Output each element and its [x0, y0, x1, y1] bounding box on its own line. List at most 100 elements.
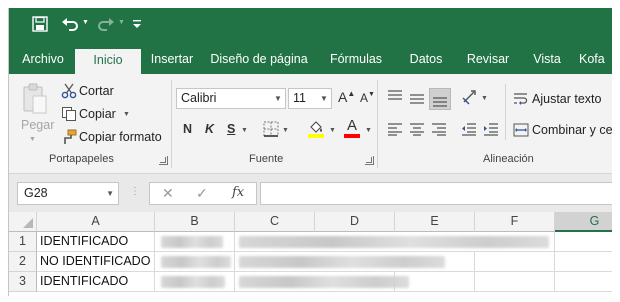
- formula-input[interactable]: [260, 182, 612, 205]
- redacted-content: [161, 236, 223, 248]
- undo-icon[interactable]: [59, 13, 81, 35]
- redo-icon[interactable]: [95, 13, 117, 35]
- align-right-icon[interactable]: [431, 122, 447, 136]
- format-painter-icon[interactable]: [61, 129, 77, 145]
- wrap-text-icon[interactable]: [513, 91, 529, 107]
- format-painter-label[interactable]: Copiar formato: [79, 130, 162, 144]
- cell-f3[interactable]: [475, 272, 555, 292]
- italic-button[interactable]: K: [205, 122, 214, 136]
- chevron-down-icon[interactable]: ▼: [317, 89, 331, 108]
- fill-color-dropdown-icon[interactable]: ▼: [329, 127, 336, 134]
- font-name-combo[interactable]: Calibri ▼: [176, 88, 286, 109]
- alignment-group-label: Alineación: [483, 153, 534, 165]
- cell-a2[interactable]: NO IDENTIFICADO: [37, 252, 155, 272]
- merge-center-label[interactable]: Combinar y ce: [532, 123, 612, 137]
- row-header[interactable]: 2: [9, 252, 37, 272]
- tab-inicio[interactable]: Inicio: [75, 49, 141, 74]
- customize-icon[interactable]: [130, 13, 144, 35]
- tab-formulas[interactable]: Fórmulas: [323, 47, 389, 74]
- paste-dropdown-icon[interactable]: ▼: [29, 136, 36, 143]
- align-top-icon[interactable]: [387, 89, 403, 103]
- decrease-indent-icon[interactable]: [461, 122, 477, 136]
- clipboard-group-label: Portapapeles: [49, 153, 114, 165]
- font-launcher-icon[interactable]: [365, 156, 374, 165]
- fill-color-swatch: [308, 134, 324, 138]
- orientation-dropdown-icon[interactable]: ▼: [481, 95, 488, 102]
- align-center-icon[interactable]: [409, 122, 425, 136]
- orientation-icon[interactable]: [461, 88, 479, 106]
- tab-revisar[interactable]: Revisar: [461, 47, 515, 74]
- align-middle-icon[interactable]: [409, 92, 425, 106]
- cell-g1[interactable]: [555, 232, 612, 252]
- cancel-icon[interactable]: ✕: [162, 185, 174, 202]
- drag-handle-icon[interactable]: ⋮: [130, 186, 140, 197]
- tab-archivo[interactable]: Archivo: [13, 47, 73, 74]
- font-color-swatch: [344, 134, 360, 138]
- font-color-dropdown-icon[interactable]: ▼: [365, 127, 372, 134]
- cell-a1[interactable]: IDENTIFICADO: [37, 232, 155, 252]
- increase-indent-icon[interactable]: [483, 122, 499, 136]
- cut-icon[interactable]: [61, 83, 77, 99]
- column-header-g[interactable]: G: [555, 212, 612, 232]
- wrap-text-label[interactable]: Ajustar texto: [532, 92, 601, 106]
- align-bottom-button[interactable]: [429, 88, 451, 110]
- select-all-corner[interactable]: [9, 212, 37, 232]
- excel-window: ▼ ▼ Archivo Inicio Insertar Diseño de pá…: [8, 8, 612, 296]
- worksheet-grid: A B C D E F G 1 IDENTIFICADO 2 NO IDENTI…: [9, 212, 612, 296]
- enter-icon[interactable]: ✓: [196, 185, 208, 202]
- insert-function-icon[interactable]: fx: [232, 185, 244, 200]
- tab-diseno-de-pagina[interactable]: Diseño de página: [205, 47, 313, 74]
- redacted-content: [239, 236, 549, 248]
- formula-buttons: ✕ ✓ fx: [149, 182, 257, 205]
- name-box[interactable]: G28 ▼: [17, 182, 119, 205]
- save-icon[interactable]: [29, 13, 51, 35]
- paste-icon[interactable]: [21, 82, 49, 118]
- font-color-icon[interactable]: A: [343, 118, 361, 138]
- tab-vista[interactable]: Vista: [525, 47, 569, 74]
- increase-font-icon[interactable]: A▲: [338, 89, 355, 105]
- cell-g3[interactable]: [555, 272, 612, 292]
- redacted-content: [161, 276, 225, 288]
- ribbon-tabs: Archivo Inicio Insertar Diseño de página…: [9, 41, 612, 74]
- tab-kofax[interactable]: Kofa: [579, 47, 612, 74]
- row-header[interactable]: 1: [9, 232, 37, 252]
- redacted-content: [239, 276, 409, 288]
- column-header-a[interactable]: A: [37, 212, 155, 232]
- cell-a3[interactable]: IDENTIFICADO: [37, 272, 155, 292]
- borders-dropdown-icon[interactable]: ▼: [282, 127, 289, 134]
- paste-label[interactable]: Pegar: [21, 118, 54, 132]
- cut-label[interactable]: Cortar: [79, 84, 114, 98]
- merge-center-icon[interactable]: [513, 122, 529, 138]
- copy-icon[interactable]: [61, 106, 77, 122]
- column-header-f[interactable]: F: [475, 212, 555, 232]
- font-size-combo[interactable]: 11 ▼: [288, 88, 332, 109]
- chevron-down-icon[interactable]: ▼: [271, 89, 285, 108]
- align-left-icon[interactable]: [387, 122, 403, 136]
- tab-datos[interactable]: Datos: [401, 47, 451, 74]
- fill-color-icon[interactable]: [307, 119, 325, 138]
- ribbon: Pegar ▼ Cortar Copiar ▼ Copiar formato P…: [9, 74, 612, 174]
- clipboard-launcher-icon[interactable]: [159, 156, 168, 165]
- borders-icon[interactable]: [263, 121, 279, 137]
- row-header[interactable]: 3: [9, 272, 37, 292]
- underline-dropdown-icon[interactable]: ▼: [241, 127, 248, 134]
- name-box-value: G28: [24, 186, 48, 200]
- column-header-d[interactable]: D: [315, 212, 395, 232]
- group-divider: [171, 80, 172, 168]
- cell-f2[interactable]: [475, 252, 555, 272]
- tab-insertar[interactable]: Insertar: [143, 47, 201, 74]
- copy-dropdown-icon[interactable]: ▼: [123, 111, 130, 118]
- redo-dropdown-icon[interactable]: ▼: [118, 19, 125, 26]
- undo-dropdown-icon[interactable]: ▼: [82, 19, 89, 26]
- column-header-e[interactable]: E: [395, 212, 475, 232]
- chevron-down-icon[interactable]: ▼: [106, 183, 114, 204]
- group-divider: [505, 84, 506, 140]
- column-header-c[interactable]: C: [235, 212, 315, 232]
- cell-g2[interactable]: [555, 252, 612, 272]
- decrease-font-icon[interactable]: A▼: [360, 91, 375, 105]
- column-header-b[interactable]: B: [155, 212, 235, 232]
- copy-label[interactable]: Copiar: [79, 107, 116, 121]
- bold-button[interactable]: N: [183, 122, 192, 136]
- group-divider: [377, 80, 378, 168]
- underline-button[interactable]: S: [227, 122, 235, 136]
